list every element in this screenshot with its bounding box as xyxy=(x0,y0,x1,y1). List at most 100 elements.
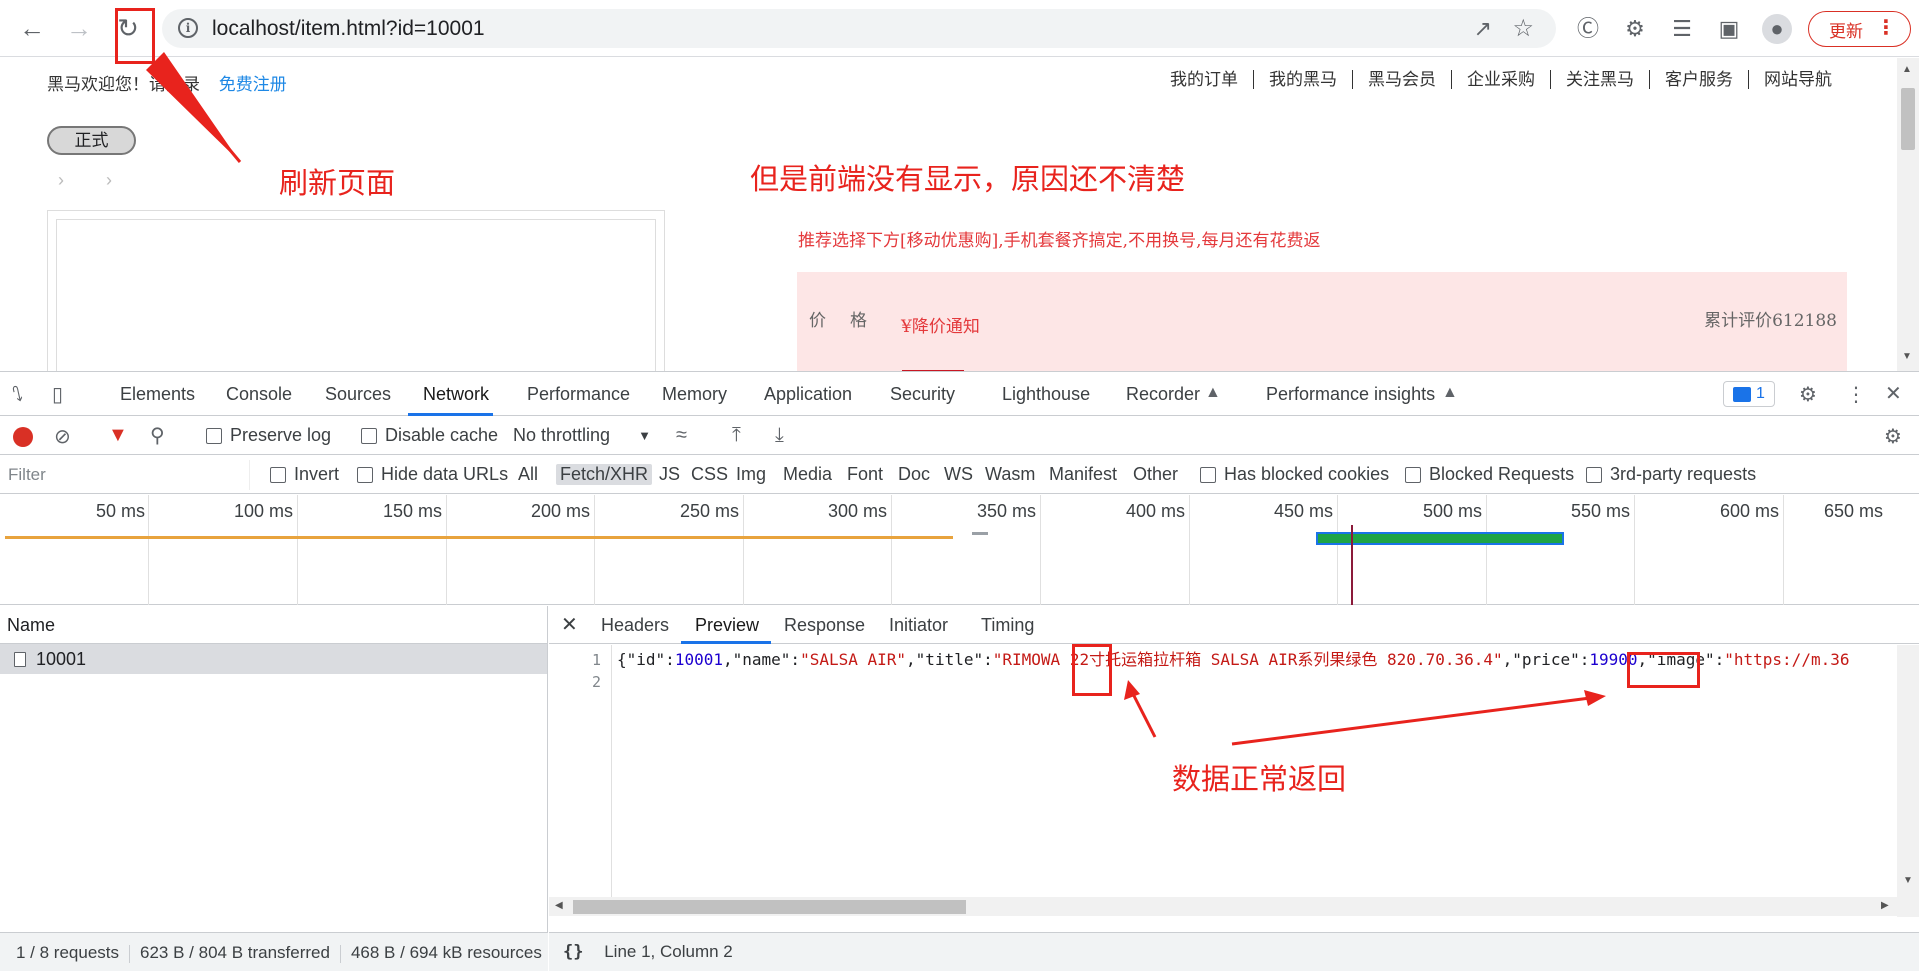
clear-icon[interactable]: ⊘ xyxy=(54,424,71,449)
tab-console[interactable]: Console xyxy=(226,384,292,405)
device-toolbar-icon[interactable]: ▯ xyxy=(52,382,63,407)
share-icon[interactable]: ↗ xyxy=(1474,16,1492,42)
filter-type-fetch-xhr[interactable]: Fetch/XHR xyxy=(556,464,653,485)
tab-security[interactable]: Security xyxy=(890,384,955,405)
menu-kebab-icon[interactable]: ⋮ xyxy=(1876,15,1896,40)
side-panel-icon[interactable]: ▣ xyxy=(1714,14,1744,44)
detail-tab-headers[interactable]: Headers xyxy=(601,615,669,636)
tab-performance[interactable]: Performance xyxy=(527,384,630,405)
register-link[interactable]: 免费注册 xyxy=(219,75,287,94)
media-queue-icon[interactable]: ☰ xyxy=(1667,14,1697,44)
filter-input[interactable]: Filter xyxy=(0,460,250,490)
price-notice-link[interactable]: ¥降价通知 xyxy=(901,312,980,337)
nav-link-membership[interactable]: 黑马会员 xyxy=(1352,70,1451,89)
filter-funnel-icon[interactable]: ▼ xyxy=(108,424,128,447)
filter-type-manifest[interactable]: Manifest xyxy=(1049,464,1117,485)
nav-link-follow[interactable]: 关注黑马 xyxy=(1550,70,1649,89)
close-detail-icon[interactable]: ✕ xyxy=(561,612,578,637)
forward-icon[interactable]: → xyxy=(61,10,97,46)
tab-recorder[interactable]: Recorder xyxy=(1126,384,1200,405)
detail-tab-initiator[interactable]: Initiator xyxy=(889,615,948,636)
filter-type-js[interactable]: JS xyxy=(659,464,680,485)
network-settings-gear-icon[interactable]: ⚙ xyxy=(1884,424,1902,449)
more-options-icon[interactable]: ⋮ xyxy=(1846,382,1866,407)
formal-button[interactable]: 正式 xyxy=(47,126,136,155)
filter-type-img[interactable]: Img xyxy=(736,464,766,485)
profile-avatar-icon[interactable]: ● xyxy=(1762,14,1792,44)
url-text[interactable]: localhost/item.html?id=10001 xyxy=(212,17,485,41)
nav-link-enterprise[interactable]: 企业采购 xyxy=(1451,70,1550,89)
filter-type-wasm[interactable]: Wasm xyxy=(985,464,1035,485)
preserve-log-checkbox[interactable]: Preserve log xyxy=(206,425,331,446)
import-har-icon[interactable]: ⤒ xyxy=(732,424,741,447)
welcome-text[interactable]: 黑马欢迎您！请登录 xyxy=(47,75,200,94)
search-icon[interactable]: ⚲ xyxy=(150,423,165,448)
tab-sources[interactable]: Sources xyxy=(325,384,391,405)
filter-type-media[interactable]: Media xyxy=(783,464,832,485)
tab-performance-insights[interactable]: Performance insights xyxy=(1266,384,1435,405)
checkbox-icon[interactable] xyxy=(1405,466,1421,483)
close-devtools-icon[interactable]: ✕ xyxy=(1885,381,1902,406)
preview-vertical-scrollbar[interactable]: ▼ xyxy=(1897,645,1919,917)
nav-link-service[interactable]: 客户服务 xyxy=(1649,70,1748,89)
extension-e-icon[interactable]: Ⓒ xyxy=(1573,14,1603,44)
name-column-header[interactable]: Name xyxy=(0,606,547,644)
page-scrollbar-thumb[interactable] xyxy=(1901,88,1915,150)
update-button[interactable]: 更新 ⋮ xyxy=(1808,11,1911,47)
filter-type-css[interactable]: CSS xyxy=(691,464,728,485)
hide-data-urls-checkbox[interactable]: Hide data URLs xyxy=(357,464,508,485)
detail-tab-response[interactable]: Response xyxy=(784,615,865,636)
detail-tab-preview[interactable]: Preview xyxy=(695,615,759,636)
tab-elements[interactable]: Elements xyxy=(120,384,195,405)
nav-link-sitemap[interactable]: 网站导航 xyxy=(1748,70,1847,89)
bookmark-star-icon[interactable]: ☆ xyxy=(1512,14,1534,43)
nav-link-my-heima[interactable]: 我的黑马 xyxy=(1253,70,1352,89)
request-row[interactable]: 10001 xyxy=(0,644,547,674)
page-scrollbar[interactable]: ▲ ▼ xyxy=(1897,58,1919,371)
pretty-print-icon[interactable]: {} xyxy=(563,942,583,962)
inspect-element-icon[interactable]: ⭛ xyxy=(12,382,23,407)
filter-type-font[interactable]: Font xyxy=(847,464,883,485)
nav-link-orders[interactable]: 我的订单 xyxy=(1155,70,1253,89)
detail-tab-timing[interactable]: Timing xyxy=(981,615,1034,636)
record-icon[interactable] xyxy=(13,427,33,447)
blocked-cookies-checkbox[interactable]: Has blocked cookies xyxy=(1200,464,1389,485)
third-party-checkbox[interactable]: 3rd-party requests xyxy=(1586,464,1756,485)
blocked-requests-checkbox[interactable]: Blocked Requests xyxy=(1405,464,1574,485)
scroll-down-icon[interactable]: ▼ xyxy=(1903,875,1913,886)
settings-gear-icon[interactable]: ⚙ xyxy=(1799,382,1817,407)
network-conditions-icon[interactable]: ≈ xyxy=(676,424,687,447)
tab-memory[interactable]: Memory xyxy=(662,384,727,405)
back-icon[interactable]: ← xyxy=(14,10,50,46)
tab-lighthouse[interactable]: Lighthouse xyxy=(1002,384,1090,405)
issues-badge[interactable]: 1 xyxy=(1723,381,1775,407)
filter-type-ws[interactable]: WS xyxy=(944,464,973,485)
export-har-icon[interactable]: ⤓ xyxy=(775,424,784,447)
horizontal-scrollbar-thumb[interactable] xyxy=(573,900,966,914)
throttling-select[interactable]: No throttling ▼ xyxy=(513,425,651,446)
tab-network[interactable]: Network xyxy=(423,384,489,405)
tab-application[interactable]: Application xyxy=(764,384,852,405)
checkbox-icon[interactable] xyxy=(270,466,286,483)
checkbox-icon[interactable] xyxy=(361,427,377,444)
filter-type-doc[interactable]: Doc xyxy=(898,464,930,485)
scroll-right-icon[interactable]: ▶ xyxy=(1881,900,1889,911)
checkbox-icon[interactable] xyxy=(1586,466,1602,483)
address-bar[interactable]: i localhost/item.html?id=10001 ↗ ☆ xyxy=(162,9,1556,48)
disable-cache-checkbox[interactable]: Disable cache xyxy=(361,425,498,446)
site-info-icon[interactable]: i xyxy=(178,18,198,38)
filter-type-other[interactable]: Other xyxy=(1133,464,1178,485)
preview-horizontal-scrollbar[interactable]: ◀ ▶ xyxy=(549,897,1897,916)
filter-type-all[interactable]: All xyxy=(518,464,538,485)
browser-toolbar: ← → ↻ i localhost/item.html?id=10001 ↗ ☆… xyxy=(0,0,1919,57)
extensions-puzzle-icon[interactable]: ⚙ xyxy=(1620,14,1650,44)
invert-checkbox[interactable]: Invert xyxy=(270,464,339,485)
scroll-left-icon[interactable]: ◀ xyxy=(555,900,563,911)
network-timeline[interactable]: 50 ms 100 ms 150 ms 200 ms 250 ms 300 ms… xyxy=(0,495,1919,605)
promo-text: 推荐选择下方[移动优惠购],手机套餐齐搞定,不用换号,每月还有花费返 xyxy=(798,231,1321,251)
scroll-up-icon[interactable]: ▲ xyxy=(1902,64,1912,75)
checkbox-icon[interactable] xyxy=(206,427,222,444)
scroll-down-icon[interactable]: ▼ xyxy=(1902,351,1912,362)
checkbox-icon[interactable] xyxy=(357,466,373,483)
checkbox-icon[interactable] xyxy=(1200,466,1216,483)
